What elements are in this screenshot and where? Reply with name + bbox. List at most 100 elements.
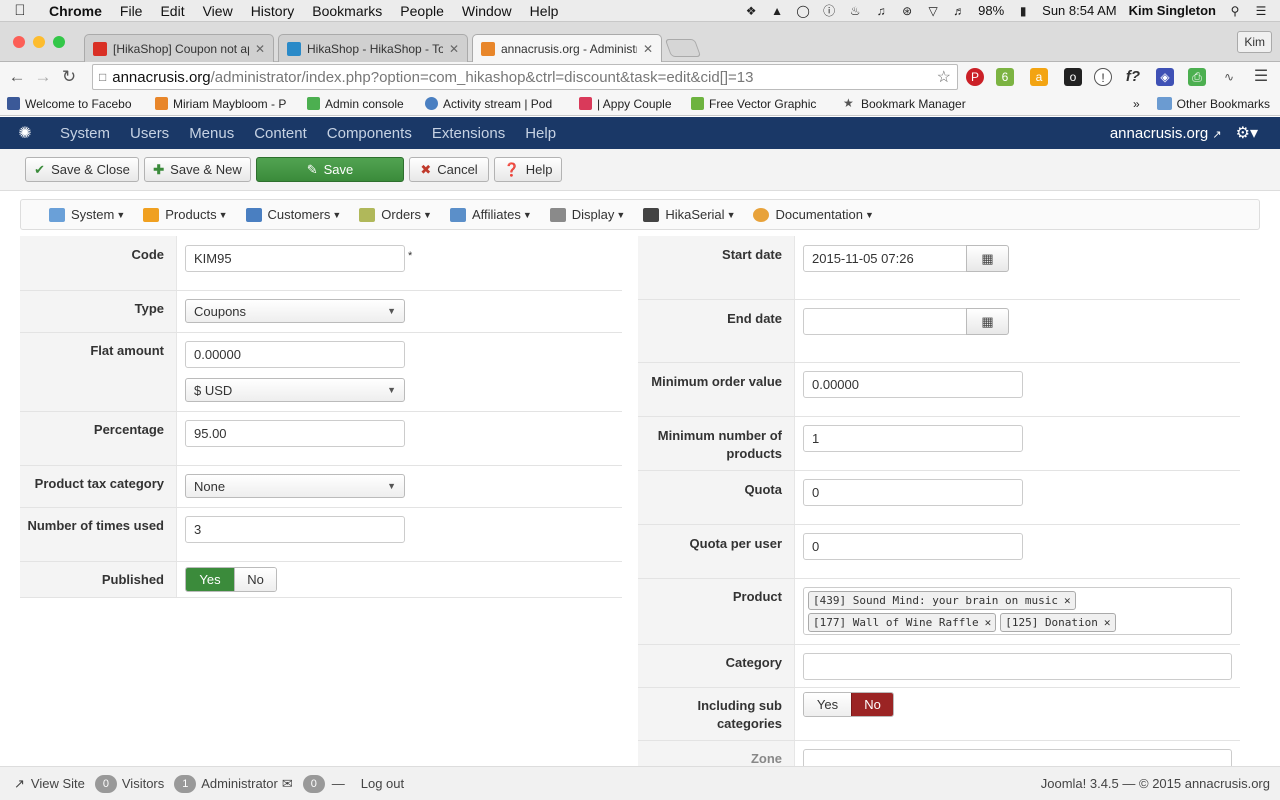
- sync-icon[interactable]: ◯: [796, 4, 810, 18]
- bookmark-admin-console[interactable]: Admin console: [300, 97, 418, 111]
- jnav-help[interactable]: Help: [515, 125, 566, 142]
- bookmark-manager[interactable]: ★ Bookmark Manager: [836, 97, 986, 111]
- joomla-logo-icon[interactable]: ✺: [0, 123, 50, 143]
- bell-icon[interactable]: ♫: [874, 4, 888, 18]
- close-tab-icon[interactable]: ✕: [449, 42, 459, 56]
- wifi-icon[interactable]: ▽: [926, 4, 940, 18]
- profile-button[interactable]: Kim: [1237, 31, 1272, 53]
- info-ext-icon[interactable]: !: [1094, 68, 1112, 86]
- bookmark-facebook[interactable]: Welcome to Facebo: [0, 97, 148, 111]
- tab-hikashop-forum[interactable]: HikaShop - HikaShop - Top ✕: [278, 34, 468, 62]
- bookmark-activity[interactable]: Activity stream | Pod: [418, 97, 572, 111]
- save-button[interactable]: ✎ Save: [256, 157, 404, 182]
- close-tab-icon[interactable]: ✕: [643, 42, 653, 56]
- notification-list-icon[interactable]: ☰: [1254, 4, 1268, 18]
- code-input[interactable]: KIM95: [185, 245, 405, 272]
- menu-clock[interactable]: Sun 8:54 AM: [1042, 3, 1116, 18]
- hika-affiliates-menu[interactable]: Affiliates ▼: [449, 207, 532, 222]
- sub-categories-yes-button[interactable]: Yes: [804, 693, 851, 716]
- published-yes-button[interactable]: Yes: [186, 568, 234, 591]
- currency-select[interactable]: $ USD ▼: [185, 378, 405, 402]
- category-input[interactable]: [803, 653, 1232, 680]
- drive-icon[interactable]: ▲: [770, 4, 784, 18]
- hika-customers-menu[interactable]: Customers ▼: [245, 207, 341, 222]
- menu-app-name[interactable]: Chrome: [40, 3, 111, 19]
- save-close-button[interactable]: ✔ Save & Close: [25, 157, 139, 182]
- bookmark-appy-couple[interactable]: | Appy Couple: [572, 97, 684, 111]
- end-date-calendar-button[interactable]: ▦: [966, 308, 1009, 335]
- print-icon[interactable]: ⎙: [1188, 68, 1206, 86]
- hika-documentation-menu[interactable]: Documentation ▼: [753, 207, 874, 222]
- logout-link[interactable]: Log out: [361, 776, 404, 791]
- end-date-input[interactable]: [803, 308, 967, 335]
- sub-categories-no-button[interactable]: No: [851, 693, 893, 716]
- spotlight-icon[interactable]: ⚲: [1228, 4, 1242, 18]
- min-products-input[interactable]: 1: [803, 425, 1023, 452]
- menu-help[interactable]: Help: [521, 3, 568, 19]
- close-window-icon[interactable]: [13, 36, 25, 48]
- remove-tag-icon[interactable]: ✕: [1104, 616, 1111, 629]
- zone-input[interactable]: [803, 749, 1232, 766]
- page-tool-icon[interactable]: ∿: [1220, 68, 1238, 86]
- hika-products-menu[interactable]: Products ▼: [143, 207, 228, 222]
- flame-icon[interactable]: ♨: [848, 4, 862, 18]
- menu-user[interactable]: Kim Singleton: [1129, 3, 1216, 18]
- times-used-input[interactable]: 3: [185, 516, 405, 543]
- jnav-extensions[interactable]: Extensions: [422, 125, 515, 142]
- chrome-menu-icon[interactable]: ☰: [1252, 68, 1270, 86]
- menu-bookmarks[interactable]: Bookmarks: [303, 3, 391, 19]
- battery-icon[interactable]: ▮: [1016, 4, 1030, 18]
- extension-badge-icon[interactable]: 6: [996, 68, 1014, 86]
- bookmark-star-icon[interactable]: ☆: [937, 67, 951, 87]
- hika-serial-menu[interactable]: HikaSerial ▼: [643, 207, 735, 222]
- hika-orders-menu[interactable]: Orders ▼: [359, 207, 432, 222]
- battery-percent[interactable]: 98%: [978, 3, 1004, 18]
- quota-input[interactable]: 0: [803, 479, 1023, 506]
- new-tab-button[interactable]: [664, 39, 702, 57]
- quota-user-input[interactable]: 0: [803, 533, 1023, 560]
- jnav-users[interactable]: Users: [120, 125, 179, 142]
- start-date-calendar-button[interactable]: ▦: [966, 245, 1009, 272]
- forward-icon[interactable]: →: [30, 67, 56, 87]
- menu-people[interactable]: People: [391, 3, 453, 19]
- site-link[interactable]: annacrusis.org ↗: [1110, 125, 1236, 142]
- product-tag-box[interactable]: [439] Sound Mind: your brain on music ✕ [1…: [803, 587, 1232, 635]
- close-tab-icon[interactable]: ✕: [255, 42, 265, 56]
- published-no-button[interactable]: No: [234, 568, 276, 591]
- save-new-button[interactable]: ✚ Save & New: [144, 157, 251, 182]
- min-order-input[interactable]: 0.00000: [803, 371, 1023, 398]
- back-icon[interactable]: ←: [4, 67, 30, 87]
- view-site-link[interactable]: ↗ View Site: [14, 776, 85, 792]
- formula-icon[interactable]: f?: [1124, 68, 1142, 86]
- reload-icon[interactable]: ↻: [56, 67, 82, 87]
- dropbox-icon[interactable]: ❖: [744, 4, 758, 18]
- menu-file[interactable]: File: [111, 3, 152, 19]
- pinterest-icon[interactable]: P: [966, 68, 984, 86]
- tax-category-select[interactable]: None ▼: [185, 474, 405, 498]
- hika-system-menu[interactable]: System ▼: [49, 207, 125, 222]
- tab-annacrusis-admin[interactable]: annacrusis.org - Administr ✕: [472, 34, 662, 63]
- page-info-icon[interactable]: □: [99, 70, 106, 84]
- jnav-menus[interactable]: Menus: [179, 125, 244, 142]
- start-date-input[interactable]: 2015-11-05 07:26: [803, 245, 967, 272]
- remove-tag-icon[interactable]: ✕: [985, 616, 992, 629]
- jnav-components[interactable]: Components: [317, 125, 422, 142]
- info-icon[interactable]: ⓘ: [822, 4, 836, 18]
- bookmark-free-vector[interactable]: Free Vector Graphic: [684, 97, 836, 111]
- flat-amount-input[interactable]: 0.00000: [185, 341, 405, 368]
- remove-tag-icon[interactable]: ✕: [1064, 594, 1071, 607]
- admins-indicator[interactable]: 1 Administrator ✉: [174, 774, 293, 793]
- menu-edit[interactable]: Edit: [151, 3, 193, 19]
- hika-display-menu[interactable]: Display ▼: [549, 207, 625, 222]
- bookmark-miriam[interactable]: Miriam Maybloom - P: [148, 97, 300, 111]
- amazon-icon[interactable]: a: [1030, 68, 1048, 86]
- bookmark-other[interactable]: Other Bookmarks: [1150, 97, 1280, 111]
- type-select[interactable]: Coupons ▼: [185, 299, 405, 323]
- minimize-window-icon[interactable]: [33, 36, 45, 48]
- jnav-content[interactable]: Content: [244, 125, 317, 142]
- help-button[interactable]: ❓ Help: [494, 157, 562, 182]
- gear-icon[interactable]: ⚙▾: [1236, 123, 1280, 143]
- messages-indicator[interactable]: 0—: [302, 774, 351, 793]
- address-bar[interactable]: □ annacrusis.org/administrator/index.php…: [92, 64, 958, 90]
- menu-history[interactable]: History: [242, 3, 304, 19]
